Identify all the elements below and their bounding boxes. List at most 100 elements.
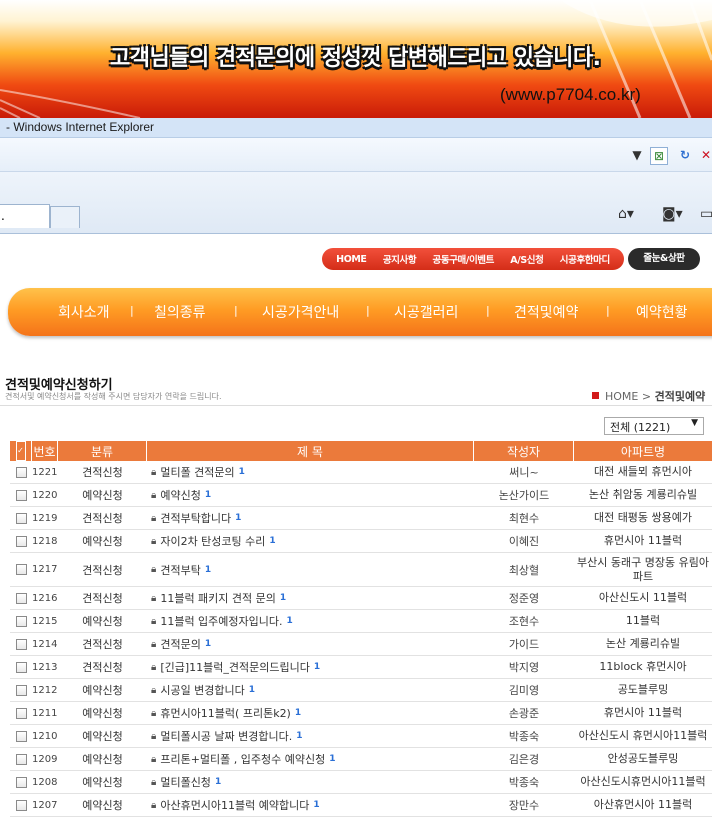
refresh-icon[interactable]: ↻ [676, 147, 694, 165]
top-nav-as-request[interactable]: A/S신청 [510, 252, 544, 266]
menu-estimate[interactable]: 견적및예약 [514, 302, 578, 322]
top-nav-notice[interactable]: 공지사항 [383, 252, 417, 266]
row-title-cell[interactable]: 🔒︎ 멀티폴신청 1 [147, 771, 474, 793]
row-number: 1210 [32, 730, 58, 742]
row-number: 1208 [32, 776, 58, 788]
row-title-cell[interactable]: 🔒︎ 견적부탁 1 [147, 553, 474, 586]
row-title-link[interactable]: 견적부탁 [160, 562, 200, 578]
breadcrumb-marker-icon [592, 392, 599, 399]
row-number: 1214 [32, 638, 58, 650]
comment-count: 1 [313, 800, 320, 810]
top-nav-group-buy[interactable]: 공동구매/이벤트 [433, 252, 495, 266]
row-title-cell[interactable]: 🔒︎ 프리톤+멀티폴 , 입주청수 예약신청 1 [147, 748, 474, 770]
row-category: 예약신청 [82, 753, 123, 766]
row-title-link[interactable]: [긴급]11블럭_견적문의드립니다 [160, 659, 310, 675]
row-category: 견적신청 [82, 512, 123, 525]
row-apartment: 공도블루밍 [617, 683, 669, 696]
row-checkbox[interactable] [15, 661, 27, 673]
home-icon[interactable]: ⌂▾ [618, 206, 634, 222]
print-icon[interactable]: ▭ [700, 206, 712, 222]
row-title-link[interactable]: 11블럭 패키지 견적 문의 [160, 590, 276, 606]
row-title-link[interactable]: 멀티폴 견적문의 [160, 464, 234, 480]
row-author: 정준영 [508, 592, 540, 605]
row-title-cell[interactable]: 🔒︎ 멀티폴 견적문의 1 [147, 461, 474, 483]
comment-count: 1 [329, 754, 336, 764]
row-title-cell[interactable]: 🔒︎ 견적부탁합니다 1 [147, 507, 474, 529]
promo-banner: 고객님들의 견적문의에 정성껏 답변해드리고 있습니다. (www.p7704.… [0, 0, 712, 118]
menu-paint-types[interactable]: 칠의종류 [154, 302, 206, 322]
top-nav-reviews[interactable]: 시공후한마디 [560, 252, 610, 266]
row-author: 박종숙 [508, 730, 540, 743]
row-title-link[interactable]: 프리톤+멀티폴 , 입주청수 예약신청 [160, 751, 325, 767]
row-title-link[interactable]: 예약신청 [160, 487, 200, 503]
new-tab-button[interactable] [50, 206, 80, 228]
menu-gallery[interactable]: 시공갤러리 [394, 302, 458, 322]
row-title-link[interactable]: 휴먼시아11블럭( 프리톤k2) [160, 705, 291, 721]
row-title-link[interactable]: 멀티폴신청 [160, 774, 211, 790]
row-checkbox[interactable] [15, 707, 27, 719]
row-checkbox[interactable] [15, 466, 27, 478]
row-category: 예약신청 [82, 776, 123, 789]
row-title-link[interactable]: 자이2차 탄성코팅 수리 [160, 533, 265, 549]
row-checkbox[interactable] [15, 799, 27, 811]
row-title-cell[interactable]: 🔒︎ 견적문의 1 [147, 633, 474, 655]
feeds-icon[interactable]: ◙▾ [662, 206, 683, 222]
select-all-checkbox[interactable]: ✓ [10, 441, 32, 461]
row-title-cell[interactable]: 🔒︎ 멀티폴시공 날짜 변경합니다. 1 [147, 725, 474, 747]
row-title-cell[interactable]: 🔒︎ 휴먼시아11블럭( 프리톤k2) 1 [147, 702, 474, 724]
browser-tab[interactable]: . [0, 204, 50, 228]
row-checkbox[interactable] [15, 564, 27, 575]
row-apartment: 아산신도시 휴먼시아11블럭 [578, 729, 708, 742]
row-title-cell[interactable]: 🔒︎ 시공일 변경합니다 1 [147, 679, 474, 701]
row-checkbox[interactable] [15, 512, 27, 524]
category-filter-select[interactable]: 전체 (1221) ▼ [604, 417, 704, 435]
lock-icon: 🔒︎ [151, 799, 157, 811]
table-row: 1215 예약신청 🔒︎ 11블럭 입주예정자입니다. 1 조현수 11블럭 [10, 610, 712, 633]
menu-pricing[interactable]: 시공가격안내 [262, 302, 339, 322]
row-checkbox[interactable] [15, 684, 27, 696]
table-row: 1213 견적신청 🔒︎ [긴급]11블럭_견적문의드립니다 1 박지영 11blo… [10, 656, 712, 679]
table-row: 1220 예약신청 🔒︎ 예약신청 1 논산가이드 논산 취암동 계룡리슈빌 [10, 484, 712, 507]
row-title-cell[interactable]: 🔒︎ 예약신청 1 [147, 484, 474, 506]
address-dropdown-icon[interactable]: ▼ [628, 147, 646, 165]
menu-company[interactable]: 회사소개 [58, 302, 110, 322]
table-row: 1221 견적신청 🔒︎ 멀티폴 견적문의 1 써니~ 대전 새들뫼 휴먼시아 [10, 461, 712, 484]
row-title-cell[interactable]: 🔒︎ 아산휴먼시아11블럭 예약합니다 1 [147, 794, 474, 816]
row-checkbox[interactable] [15, 489, 27, 501]
row-title-link[interactable]: 견적부탁합니다 [160, 510, 231, 526]
row-title-cell[interactable]: 🔒︎ [긴급]11블럭_견적문의드립니다 1 [147, 656, 474, 678]
row-checkbox[interactable] [15, 592, 27, 604]
breadcrumb: HOME > 견적및예약 [592, 388, 705, 404]
row-checkbox[interactable] [15, 776, 27, 788]
row-checkbox[interactable] [15, 638, 27, 650]
row-author: 가이드 [508, 638, 540, 651]
row-checkbox[interactable] [15, 615, 27, 627]
row-title-link[interactable]: 아산휴먼시아11블럭 예약합니다 [160, 797, 309, 813]
stop-icon[interactable]: ✕ [697, 147, 712, 165]
row-checkbox[interactable] [15, 730, 27, 742]
breadcrumb-home[interactable]: HOME [605, 390, 638, 403]
comment-count: 1 [294, 708, 302, 718]
lock-icon: 🔒︎ [151, 730, 157, 742]
row-apartment: 11block 휴먼시아 [599, 660, 687, 673]
row-title-cell[interactable]: 🔒︎ 11블럭 패키지 견적 문의 1 [147, 587, 474, 609]
row-title-link[interactable]: 견적문의 [160, 636, 200, 652]
row-title-cell[interactable]: 🔒︎ 자이2차 탄성코팅 수리 1 [147, 530, 474, 552]
comment-count: 1 [235, 513, 242, 523]
top-nav-home[interactable]: HOME [336, 254, 367, 265]
row-checkbox[interactable] [15, 753, 27, 765]
menu-separator: | [130, 304, 134, 317]
compatibility-view-icon[interactable]: ⊠ [650, 147, 668, 165]
row-title-link[interactable]: 멀티폴시공 날짜 변경합니다. [160, 728, 292, 744]
row-apartment: 안성공도블루밍 [607, 752, 679, 765]
row-title-cell[interactable]: 🔒︎ 11블럭 입주예정자입니다. 1 [147, 610, 474, 632]
row-title-link[interactable]: 시공일 변경합니다 [160, 682, 244, 698]
top-nav-grout-button[interactable]: 줄눈&상판 [628, 248, 700, 270]
comment-count: 1 [269, 536, 276, 546]
row-title-link[interactable]: 11블럭 입주예정자입니다. [160, 613, 282, 629]
row-author: 써니~ [509, 466, 539, 479]
chevron-down-icon: ▼ [691, 418, 698, 428]
row-category: 예약신청 [82, 535, 123, 548]
row-checkbox[interactable] [15, 535, 27, 547]
menu-reservation-status[interactable]: 예약현황 [636, 302, 688, 322]
